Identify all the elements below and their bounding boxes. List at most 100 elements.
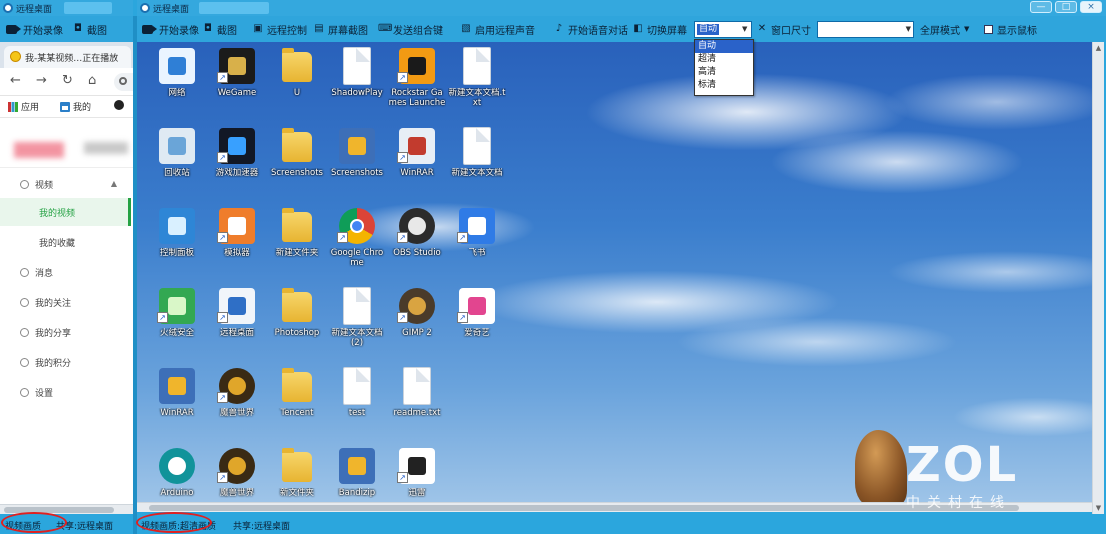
switch-screen-button[interactable]: ◧ 切换屏幕 <box>632 22 687 37</box>
sidebar-item-favorites[interactable]: 我的收藏 <box>0 228 131 256</box>
network-icon <box>159 48 195 84</box>
scroll-down-icon[interactable]: ▼ <box>1093 503 1104 513</box>
desktop-icon[interactable]: 新建文本文档 <box>448 128 506 206</box>
desktop-icon[interactable]: Screenshots <box>268 128 326 206</box>
desktop-icon[interactable]: ↗ OBS Studio <box>388 208 446 286</box>
home-icon[interactable]: ⌂ <box>88 74 96 88</box>
desktop-icon[interactable]: 网络 <box>148 48 206 126</box>
sidebar-item-video[interactable]: 视频 ▲ <box>0 170 131 198</box>
desktop-icon[interactable]: ↗ 模拟器 <box>208 208 266 286</box>
desktop-icon[interactable]: WinRAR <box>148 368 206 446</box>
quality-select[interactable]: 自动 ▼ <box>694 21 752 38</box>
sidebar-item-following[interactable]: 我的关注 <box>0 288 131 316</box>
desktop-icon[interactable]: ↗ Rockstar Games Launcher <box>388 48 446 126</box>
desktop-icon-label: WeGame <box>217 88 257 98</box>
desktop-icon[interactable]: ↗ 飞书 <box>448 208 506 286</box>
maximize-icon[interactable]: □ <box>1055 1 1077 13</box>
send-keys-button[interactable]: ⌨ 发送组合键 <box>378 22 443 37</box>
desktop-icon[interactable]: Screenshots <box>328 128 386 206</box>
screen-capture-button[interactable]: ▤ 屏幕截图 <box>313 22 368 37</box>
desktop-icon[interactable]: readme.txt <box>388 368 446 446</box>
quality-option-standard[interactable]: 标清 <box>695 79 753 92</box>
desktop-icon[interactable]: 新建文本文档.txt <box>448 48 506 126</box>
right-vertical-scrollbar[interactable]: ▲ ▼ <box>1092 42 1104 514</box>
desktop-icon[interactable]: ShadowPlay <box>328 48 386 126</box>
shortcut-arrow-icon: ↗ <box>217 72 228 83</box>
left-screenshot-button[interactable]: ◘ 截图 <box>72 22 107 37</box>
bookmark-apps[interactable]: 应用 <box>8 100 39 113</box>
voice-chat-button[interactable]: ♪ 开始语音对话 <box>553 22 628 37</box>
desktop-icon[interactable]: 回收站 <box>148 128 206 206</box>
sidebar-item-shares[interactable]: 我的分享 <box>0 318 131 346</box>
sidebar-item-messages[interactable]: 消息 <box>0 258 131 286</box>
back-icon[interactable]: ← <box>10 74 21 88</box>
browser-tab[interactable]: 我-某某视频…正在播放 <box>4 46 131 68</box>
sidebar-item-points[interactable]: 我的积分 <box>0 348 131 376</box>
folder-icon <box>282 48 312 82</box>
left-record-button[interactable]: 开始录像 <box>6 22 63 37</box>
desktop-icon[interactable]: 控制面板 <box>148 208 206 286</box>
scroll-up-icon[interactable]: ▲ <box>1093 43 1104 53</box>
screen-capture-label: 屏幕截图 <box>328 25 368 37</box>
desktop-icon[interactable]: ↗ GIMP 2 <box>388 288 446 366</box>
desktop-icon[interactable]: test <box>328 368 386 446</box>
icon-emblem <box>408 57 426 75</box>
desktop-icon[interactable]: ↗ 游戏加速器 <box>208 128 266 206</box>
desktop-icon[interactable]: 新文件夹 <box>268 448 326 502</box>
desktop-icon[interactable]: ↗ 火绒安全 <box>148 288 206 366</box>
quality-option-auto[interactable]: 自动 <box>695 40 753 53</box>
desktop-icon[interactable]: ↗ 魔兽世界 <box>208 448 266 502</box>
window-size-button[interactable]: ✕ 窗口尺寸 <box>756 22 811 37</box>
user-profile[interactable] <box>0 120 133 168</box>
remote-control-button[interactable]: ▣ 远程控制 <box>252 22 307 37</box>
desktop-icon-label: 火绒安全 <box>159 328 194 338</box>
desktop-icon[interactable]: 新建文本文档 (2) <box>328 288 386 366</box>
desktop-icon[interactable]: ↗ 魔兽世界 <box>208 368 266 446</box>
desktop-icon[interactable]: Arduino <box>148 448 206 502</box>
desktop-icon-label: 游戏加速器 <box>215 168 259 178</box>
sidebar-item-my-videos[interactable]: 我的视频 <box>0 198 131 226</box>
record-button[interactable]: 开始录像 <box>142 22 199 37</box>
bookmark-extra[interactable] <box>114 100 124 110</box>
quality-option-ultra[interactable]: 超清 <box>695 53 753 66</box>
refresh-icon[interactable]: ↻ <box>62 74 73 88</box>
sidebar-item-settings[interactable]: 设置 <box>0 378 131 406</box>
close-icon[interactable]: × <box>1080 1 1102 13</box>
shortcut-arrow-icon: ↗ <box>217 232 228 243</box>
checkbox-icon[interactable] <box>984 24 993 34</box>
desktop-icon[interactable]: ↗ 爱奇艺 <box>448 288 506 366</box>
screenshot-button[interactable]: ◘ 截图 <box>202 22 237 37</box>
desktop-icon[interactable]: ↗ Google Chrome <box>328 208 386 286</box>
folder-icon <box>282 128 312 162</box>
left-titlebar: 远程桌面 <box>0 0 133 16</box>
desktop-icon[interactable]: ↗ WeGame <box>208 48 266 126</box>
desktop-icon[interactable]: Photoshop <box>268 288 326 366</box>
remote-desktop-view[interactable]: 网络 ↗ WeGame U ShadowPlay ↗ Rockstar Games Laun… <box>137 42 1092 502</box>
sidebar-item-label: 我的分享 <box>35 328 72 339</box>
scroll-thumb[interactable] <box>149 505 1019 511</box>
folder-icon <box>282 288 312 322</box>
watermark-subtitle: 中关村在线 <box>906 495 1011 511</box>
desktop-icon[interactable]: Tencent <box>268 368 326 446</box>
desktop-icon[interactable]: ↗ 迅雷 <box>388 448 446 502</box>
desktop-icon[interactable]: 新建文件夹 <box>268 208 326 286</box>
blurred-avatar <box>14 142 64 158</box>
shortcut-arrow-icon: ↗ <box>217 392 228 403</box>
desktop-icon-label: ShadowPlay <box>331 88 383 98</box>
quality-option-high[interactable]: 高清 <box>695 66 753 79</box>
desktop-icon[interactable]: Bandizip <box>328 448 386 502</box>
desktop-icon[interactable]: U <box>268 48 326 126</box>
minimize-icon[interactable]: — <box>1030 1 1052 13</box>
desktop-icon-label: Google Chrome <box>330 248 384 268</box>
remote-sound-button[interactable]: ▧ 启用远程声音 <box>460 22 535 37</box>
show-cursor-checkbox[interactable]: 显示鼠标 <box>984 22 1037 37</box>
desktop-icon[interactable]: ↗ 远程桌面 <box>208 288 266 366</box>
bookmark-mine[interactable]: 我的 <box>60 100 91 113</box>
desktop-icon[interactable]: ↗ WinRAR <box>388 128 446 206</box>
desktop-icon-label: 新建文本文档.txt <box>448 88 506 108</box>
icon-emblem <box>228 297 246 315</box>
window-size-combo[interactable]: ▼ <box>817 21 914 38</box>
forward-icon[interactable]: → <box>36 74 47 88</box>
address-bar[interactable] <box>114 73 133 91</box>
fullscreen-button[interactable]: 全屏模式 ▼ <box>920 22 969 37</box>
